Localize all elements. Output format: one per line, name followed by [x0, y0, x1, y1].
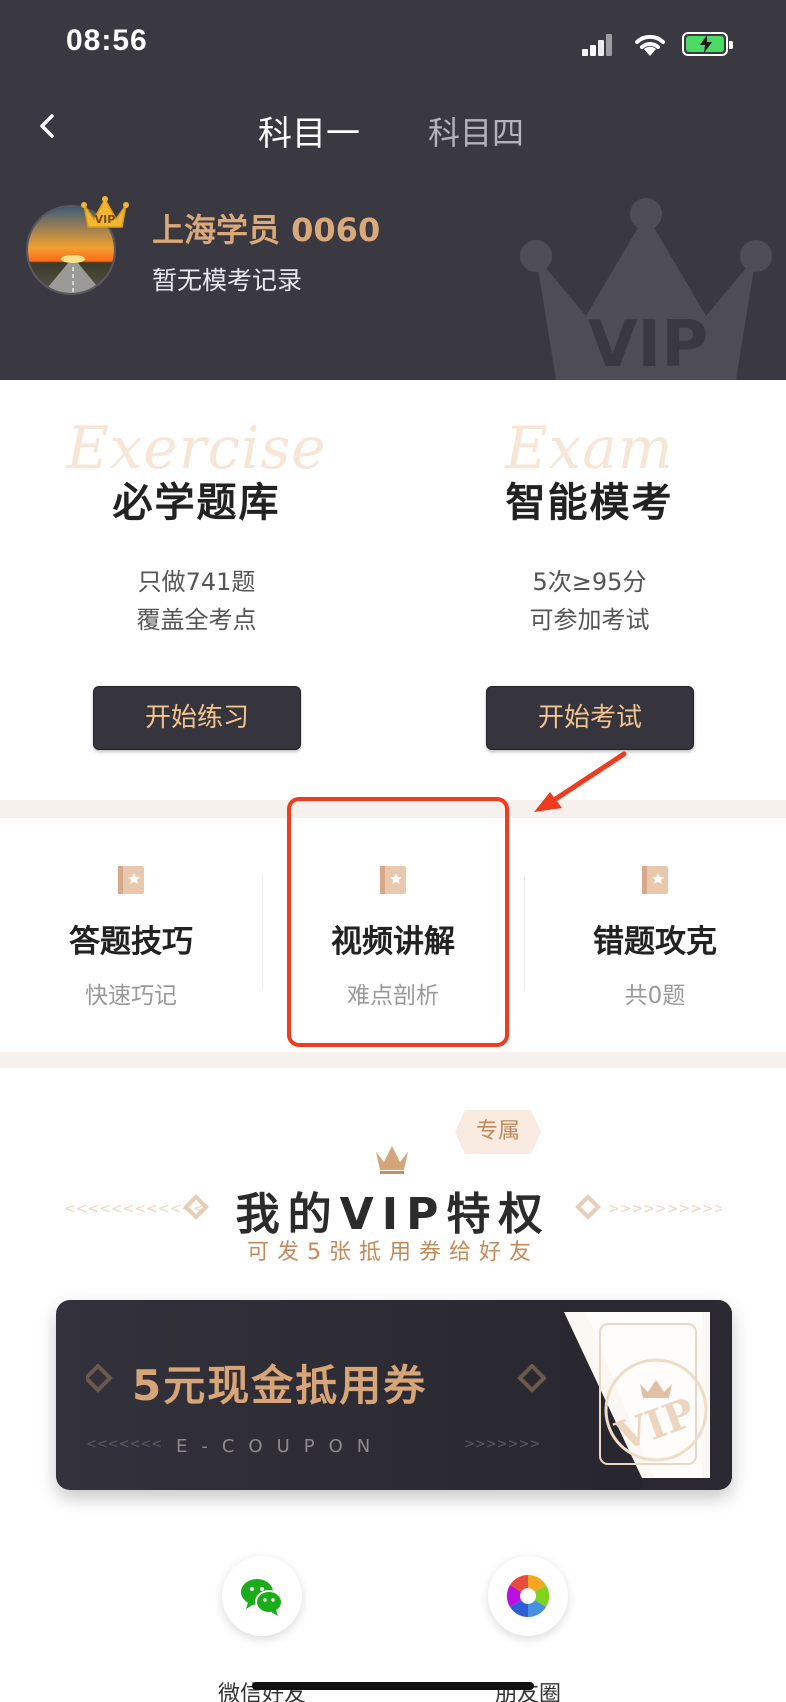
wechat-icon: [241, 1579, 283, 1616]
feature-desc: 覆盖全考点: [136, 606, 257, 634]
tab-subject-four[interactable]: 科目四: [428, 108, 524, 154]
svg-text:VIP: VIP: [588, 308, 708, 380]
feature-desc: 5次≥95分: [532, 568, 647, 596]
share-wechat-button[interactable]: [222, 1556, 302, 1636]
svg-text:VIP: VIP: [95, 213, 116, 226]
vip-subtitle: 可发5张抵用券给好友: [247, 1240, 539, 1265]
vip-crown-icon: VIP: [81, 196, 129, 228]
start-exam-button[interactable]: 开始考试: [486, 686, 694, 750]
tool-subtitle: 共0题: [624, 983, 686, 1009]
coupon-subtitle: E-COUPON: [176, 1436, 385, 1457]
back-arrow-icon[interactable]: [36, 108, 60, 144]
feature-title: 必学题库: [112, 480, 281, 526]
signal-icon: [582, 34, 614, 56]
book-star-icon: [642, 866, 668, 894]
coupon-title: 5元现金抵用券: [132, 1361, 428, 1410]
nav-bar: 科目一 科目四: [0, 96, 786, 156]
annotation-arrow-icon: [534, 751, 627, 812]
home-indicator: [252, 1682, 534, 1690]
moments-icon: [506, 1574, 550, 1618]
feature-mock-exam: Exam 智能模考 5次≥95分 可参加考试 开始考试: [393, 400, 786, 760]
coupon-card[interactable]: <<<<<<< >>>>>>> 5元现金抵用券 E-COUPON VIP: [56, 1300, 732, 1490]
feature-desc: 只做741题: [137, 568, 256, 596]
status-icons: [582, 30, 752, 60]
crown-icon: [376, 1146, 408, 1174]
wifi-icon: [635, 34, 665, 56]
tool-subtitle: 快速巧记: [85, 983, 177, 1009]
tab-subject-one[interactable]: 科目一: [258, 106, 360, 155]
header: 08:56 科目一 科目四 VIP VIP 上海学员 0060 暂无模考记录: [0, 0, 786, 380]
tool-wrong-questions[interactable]: 错题攻克 共0题: [524, 820, 786, 1020]
feature-title: 智能模考: [505, 480, 674, 526]
tool-title: 错题攻克: [593, 924, 717, 960]
exclusive-tag-label-wrap: 专属: [455, 1110, 541, 1154]
svg-text:<<<<<<<: <<<<<<<: [86, 1437, 162, 1452]
svg-text:>>>>>>>>>>>>: >>>>>>>>>>>>: [608, 1201, 722, 1217]
status-bar: 08:56: [0, 0, 786, 90]
avatar[interactable]: VIP: [26, 196, 129, 297]
share-moments-button[interactable]: [488, 1556, 568, 1636]
exclusive-tag-label: 专属: [475, 1119, 520, 1144]
battery-icon: [682, 32, 733, 56]
start-practice-button[interactable]: 开始练习: [93, 686, 301, 750]
user-name: 上海学员 0060: [152, 211, 381, 249]
section-divider: [0, 1052, 786, 1068]
book-star-icon: [118, 866, 144, 894]
tool-title: 答题技巧: [69, 924, 193, 960]
feature-desc: 可参加考试: [529, 606, 650, 634]
status-time: 08:56: [66, 24, 148, 57]
coupon-vip-stub: VIP: [564, 1300, 732, 1490]
vip-privileges: 专属 <<<<<<<<<<<< 我的VIP特权 >>>>>>>>>>>> 可发5…: [0, 1068, 786, 1702]
tool-answer-tips[interactable]: 答题技巧 快速巧记: [0, 820, 262, 1020]
profile: VIP 上海学员 0060 暂无模考记录: [26, 185, 766, 315]
exam-record-status: 暂无模考记录: [152, 266, 303, 295]
highlight-annotation-box: [287, 797, 509, 1047]
decorative-chevrons-right: >>>>>>>>>>>>: [575, 1194, 722, 1220]
feature-question-bank: Exercise 必学题库 只做741题 覆盖全考点 开始练习: [0, 400, 393, 760]
